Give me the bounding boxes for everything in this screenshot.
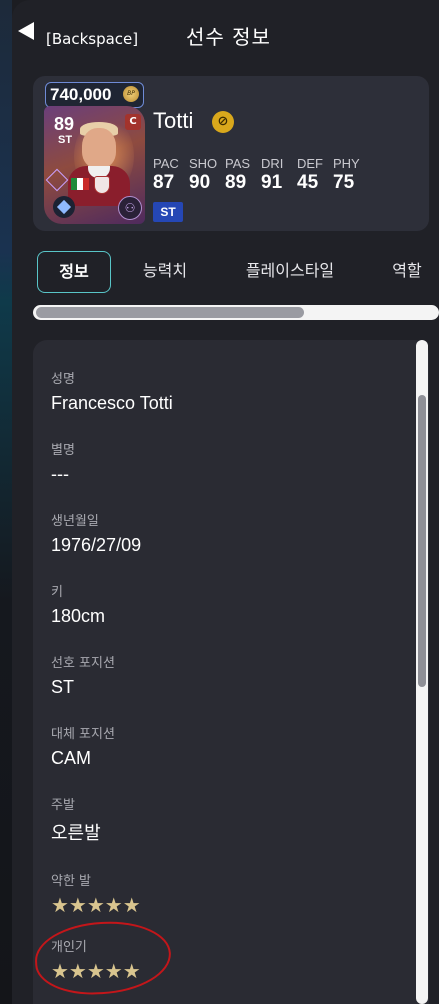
back-arrow-icon[interactable] <box>18 22 34 40</box>
card-ovr: 89 <box>54 114 75 134</box>
club-crest-icon <box>94 176 110 194</box>
stats-row: PAC 87 SHO 90 PAS 89 DRI 91 DEF 45 PHY 7… <box>153 156 369 194</box>
field-label: 선호 포지션 <box>51 656 115 671</box>
annotation-circle <box>33 918 173 998</box>
header: [Backspace] 선수 정보 <box>0 18 439 58</box>
stat-value: 91 <box>261 172 283 193</box>
stat-dri: DRI 91 <box>261 156 295 194</box>
field-height: 키 180cm <box>51 581 105 627</box>
field-label: 생년월일 <box>51 514 99 529</box>
info-panel: 성명 Francesco Totti 별명 --- 생년월일 1976/27/0… <box>33 340 429 1004</box>
field-full-name: 성명 Francesco Totti <box>51 368 173 414</box>
stat-def: DEF 45 <box>297 156 331 194</box>
stat-name: PHY <box>333 156 360 171</box>
stat-name: DRI <box>261 156 284 171</box>
field-label: 별명 <box>51 443 75 458</box>
stat-name: DEF <box>297 156 323 171</box>
player-face <box>82 128 116 168</box>
card-diamond-icon <box>45 168 69 192</box>
field-value: --- <box>51 464 69 484</box>
italy-flag-icon <box>71 178 89 190</box>
field-label: 대체 포지션 <box>51 727 115 742</box>
tab-info[interactable]: 정보 <box>37 251 111 293</box>
stat-name: PAC <box>153 156 179 171</box>
position-badge: ST <box>153 202 183 222</box>
background-gradient <box>0 0 12 1004</box>
field-label: 성명 <box>51 372 75 387</box>
field-value: 180cm <box>51 606 106 626</box>
stat-value: 45 <box>297 172 319 193</box>
field-label: 주발 <box>51 798 75 813</box>
tab-stats[interactable]: 능력치 <box>129 251 201 291</box>
field-birthdate: 생년월일 1976/27/09 <box>51 510 141 556</box>
stat-pas: PAS 89 <box>225 156 259 194</box>
price-value: 740,000 <box>50 85 112 104</box>
trait-badge-icon: ⊘ <box>212 111 234 133</box>
season-icon: C <box>125 114 141 130</box>
field-preferred-foot: 주발 오른발 <box>51 794 101 845</box>
coin-icon: BP <box>123 86 139 102</box>
stat-value: 90 <box>189 172 211 193</box>
field-value: CAM <box>51 748 91 768</box>
field-value: ST <box>51 677 75 697</box>
stat-phy: PHY 75 <box>333 156 367 194</box>
field-label: 키 <box>51 585 63 600</box>
card-position: ST <box>58 134 73 146</box>
page-title: 선수 정보 <box>186 25 271 49</box>
stat-value: 87 <box>153 172 175 193</box>
stat-name: PAS <box>225 156 251 171</box>
stat-pac: PAC 87 <box>153 156 187 194</box>
horizontal-scroll-thumb[interactable] <box>36 307 304 318</box>
vertical-scroll-thumb[interactable] <box>418 395 426 687</box>
field-value: 1976/27/09 <box>51 535 142 555</box>
field-alternate-position: 대체 포지션 CAM <box>51 723 115 769</box>
field-value: Francesco Totti <box>51 393 173 413</box>
player-name: Totti <box>153 108 194 133</box>
weak-foot-stars-icon: ★★★★★ <box>51 893 141 917</box>
horizontal-scrollbar[interactable] <box>33 305 439 320</box>
tab-bar: 정보 능력치 플레이스타일 역할 <box>37 251 439 293</box>
field-preferred-position: 선호 포지션 ST <box>51 652 115 698</box>
back-label[interactable]: [Backspace] <box>46 30 138 48</box>
boost-icon: ⚇ <box>118 196 142 220</box>
stat-value: 89 <box>225 172 247 193</box>
stat-sho: SHO 90 <box>189 156 223 194</box>
field-weak-foot: 약한 발 ★★★★★ <box>51 870 141 917</box>
field-nickname: 별명 --- <box>51 439 75 485</box>
tab-playstyles[interactable]: 플레이스타일 <box>231 251 349 291</box>
player-card: 740,000 BP 89 ST C ⚇ Totti ⊘ PAC 87 SHO … <box>33 76 429 231</box>
field-label: 약한 발 <box>51 874 92 889</box>
vertical-scrollbar[interactable] <box>416 340 428 1004</box>
field-value: 오른발 <box>51 823 101 843</box>
chemistry-icon <box>53 196 75 218</box>
price-badge: 740,000 BP <box>45 82 144 108</box>
stat-name: SHO <box>189 156 218 171</box>
stat-value: 75 <box>333 172 355 193</box>
tab-role[interactable]: 역할 <box>381 251 433 291</box>
